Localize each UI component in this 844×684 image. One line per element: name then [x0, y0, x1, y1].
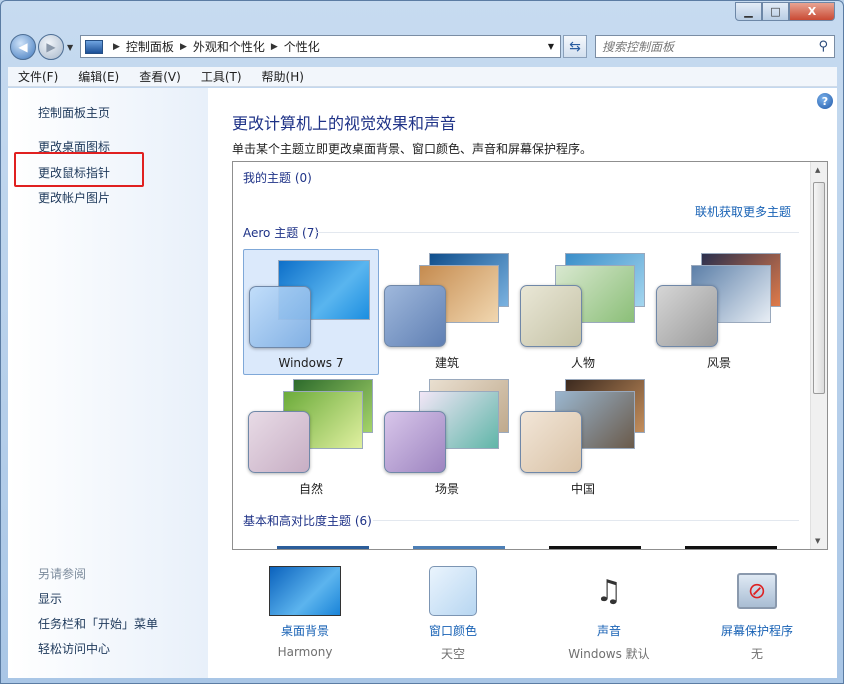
window-color-item[interactable]: 窗口颜色 天空 [388, 566, 518, 662]
group-aero-themes: Aero 主题 (7) [243, 226, 320, 240]
group-my-themes: 我的主题 (0) [243, 171, 312, 185]
window-color-swatch [248, 411, 310, 473]
window-color-swatch [520, 411, 582, 473]
sidebar: 控制面板主页 更改桌面图标 更改鼠标指针 更改帐户图片 另请参阅 显示 任务栏和… [8, 88, 208, 678]
window-color-icon [429, 566, 477, 616]
window-color-swatch [520, 285, 582, 347]
breadcrumb-personalization[interactable]: 个性化 [284, 38, 320, 55]
theme-label: Windows 7 [278, 356, 344, 370]
breadcrumb-separator[interactable]: ▶ [271, 42, 278, 52]
window-color-swatch [656, 285, 718, 347]
theme-architecture[interactable]: 建筑 [379, 249, 515, 375]
search-input[interactable]: 搜索控制面板 ⚲ [595, 35, 835, 58]
navigation-bar: ◀ ▶ ▼ ▶ 控制面板 ▶ 外观和个性化 ▶ 个性化 ▼ ⇆ 搜索控制面板 ⚲ [1, 31, 844, 63]
group-basic-themes: 基本和高对比度主题 (6) [243, 514, 372, 528]
search-icon[interactable]: ⚲ [818, 39, 828, 54]
see-also-display[interactable]: 显示 [38, 590, 62, 607]
maximize-button[interactable]: □ [762, 2, 789, 21]
theme-label: 建筑 [434, 356, 459, 370]
sounds-value: Windows 默认 [568, 647, 650, 661]
see-also-taskbar[interactable]: 任务栏和「开始」菜单 [38, 615, 158, 632]
theme-label: 自然 [298, 482, 323, 496]
minimize-icon: ▁ [744, 5, 753, 18]
arrow-right-icon: ▶ [46, 40, 56, 54]
breadcrumb-control-panel[interactable]: 控制面板 [126, 38, 174, 55]
maximize-icon: □ [770, 5, 781, 18]
desktop-background-icon [269, 566, 341, 616]
refresh-icon: ⇆ [569, 38, 581, 55]
window-color-swatch [384, 285, 446, 347]
window-color-swatch [384, 411, 446, 473]
basic-theme-preview[interactable] [413, 546, 505, 549]
divider [315, 232, 799, 233]
theme-list[interactable]: 我的主题 (0) 联机获取更多主题 Aero 主题 (7) Windows 7 … [232, 161, 828, 550]
sidebar-link-account-picture[interactable]: 更改帐户图片 [38, 189, 110, 206]
window-color-link[interactable]: 窗口颜色 [388, 622, 518, 639]
theme-label: 风景 [706, 356, 731, 370]
page-subtitle: 单击某个主题立即更改桌面背景、窗口颜色、声音和屏幕保护程序。 [232, 142, 593, 156]
desktop-background-value: Harmony [277, 645, 333, 659]
address-dropdown-icon[interactable]: ▼ [548, 42, 554, 51]
sounds-item[interactable]: ♫ 声音 Windows 默认 [544, 566, 674, 662]
screen-saver-item[interactable]: ⊘ 屏幕保护程序 无 [692, 566, 822, 662]
theme-list-scrollbar[interactable]: ▲ ▼ [810, 162, 827, 549]
menu-help[interactable]: 帮助(H) [252, 68, 314, 85]
window: ▁ □ X ◀ ▶ ▼ ▶ 控制面板 ▶ 外观和个性化 ▶ 个性化 ▼ ⇆ 搜索… [0, 0, 844, 684]
screen-saver-icon: ⊘ [733, 566, 781, 616]
sounds-link[interactable]: 声音 [544, 622, 674, 639]
window-color-value: 天空 [440, 647, 465, 661]
desktop-background-link[interactable]: 桌面背景 [240, 622, 370, 639]
scroll-up-icon[interactable]: ▲ [815, 166, 820, 174]
theme-label: 中国 [570, 482, 595, 496]
help-icon[interactable]: ? [817, 93, 833, 109]
basic-theme-preview[interactable] [277, 546, 369, 549]
page-title: 更改计算机上的视觉效果和声音 [232, 114, 457, 133]
control-panel-icon [85, 39, 103, 54]
window-controls: ▁ □ X [735, 2, 835, 21]
screen-saver-link[interactable]: 屏幕保护程序 [692, 622, 822, 639]
breadcrumb-appearance[interactable]: 外观和个性化 [193, 38, 265, 55]
sidebar-link-home[interactable]: 控制面板主页 [38, 104, 110, 121]
theme-label: 人物 [570, 356, 595, 370]
minimize-button[interactable]: ▁ [735, 2, 762, 21]
basic-theme-preview[interactable] [549, 546, 641, 549]
recent-pages-dropdown[interactable]: ▼ [67, 43, 73, 52]
refresh-button[interactable]: ⇆ [563, 35, 587, 58]
search-placeholder: 搜索控制面板 [602, 40, 675, 54]
theme-china[interactable]: 中国 [515, 375, 651, 501]
breadcrumb-separator[interactable]: ▶ [180, 42, 187, 52]
sound-icon: ♫ [595, 573, 623, 609]
no-entry-icon: ⊘ [737, 573, 777, 609]
theme-settings-bar: 桌面背景 Harmony 窗口颜色 天空 ♫ 声音 Windows 默认 ⊘ 屏… [232, 566, 832, 666]
menu-bar: 文件(F) 编辑(E) 查看(V) 工具(T) 帮助(H) [8, 67, 837, 87]
divider [373, 520, 799, 521]
address-bar[interactable]: ▶ 控制面板 ▶ 外观和个性化 ▶ 个性化 ▼ [80, 35, 561, 58]
theme-landscapes[interactable]: 风景 [651, 249, 787, 375]
menu-file[interactable]: 文件(F) [8, 68, 68, 85]
screen-saver-value: 无 [750, 647, 763, 661]
see-also-heading: 另请参阅 [38, 567, 87, 581]
get-more-themes-link[interactable]: 联机获取更多主题 [695, 203, 791, 220]
theme-windows-7[interactable]: Windows 7 [243, 249, 379, 375]
scrollbar-thumb[interactable] [813, 182, 825, 394]
forward-button[interactable]: ▶ [38, 34, 64, 60]
window-color-swatch [249, 286, 311, 348]
arrow-left-icon: ◀ [18, 40, 28, 54]
theme-nature[interactable]: 自然 [243, 375, 379, 501]
desktop-background-item[interactable]: 桌面背景 Harmony [240, 566, 370, 659]
content-area: 控制面板主页 更改桌面图标 更改鼠标指针 更改帐户图片 另请参阅 显示 任务栏和… [8, 88, 837, 678]
close-button[interactable]: X [789, 2, 835, 21]
menu-edit[interactable]: 编辑(E) [68, 68, 129, 85]
scroll-down-icon[interactable]: ▼ [815, 537, 820, 545]
theme-label: 场景 [434, 482, 459, 496]
sidebar-link-mouse-pointer[interactable]: 更改鼠标指针 [38, 164, 110, 181]
theme-characters[interactable]: 人物 [515, 249, 651, 375]
theme-scenes[interactable]: 场景 [379, 375, 515, 501]
breadcrumb-separator[interactable]: ▶ [113, 42, 120, 52]
see-also-ease-of-access[interactable]: 轻松访问中心 [38, 640, 110, 657]
menu-view[interactable]: 查看(V) [129, 68, 191, 85]
back-button[interactable]: ◀ [10, 34, 36, 60]
menu-tools[interactable]: 工具(T) [191, 68, 252, 85]
basic-theme-preview[interactable] [685, 546, 777, 549]
